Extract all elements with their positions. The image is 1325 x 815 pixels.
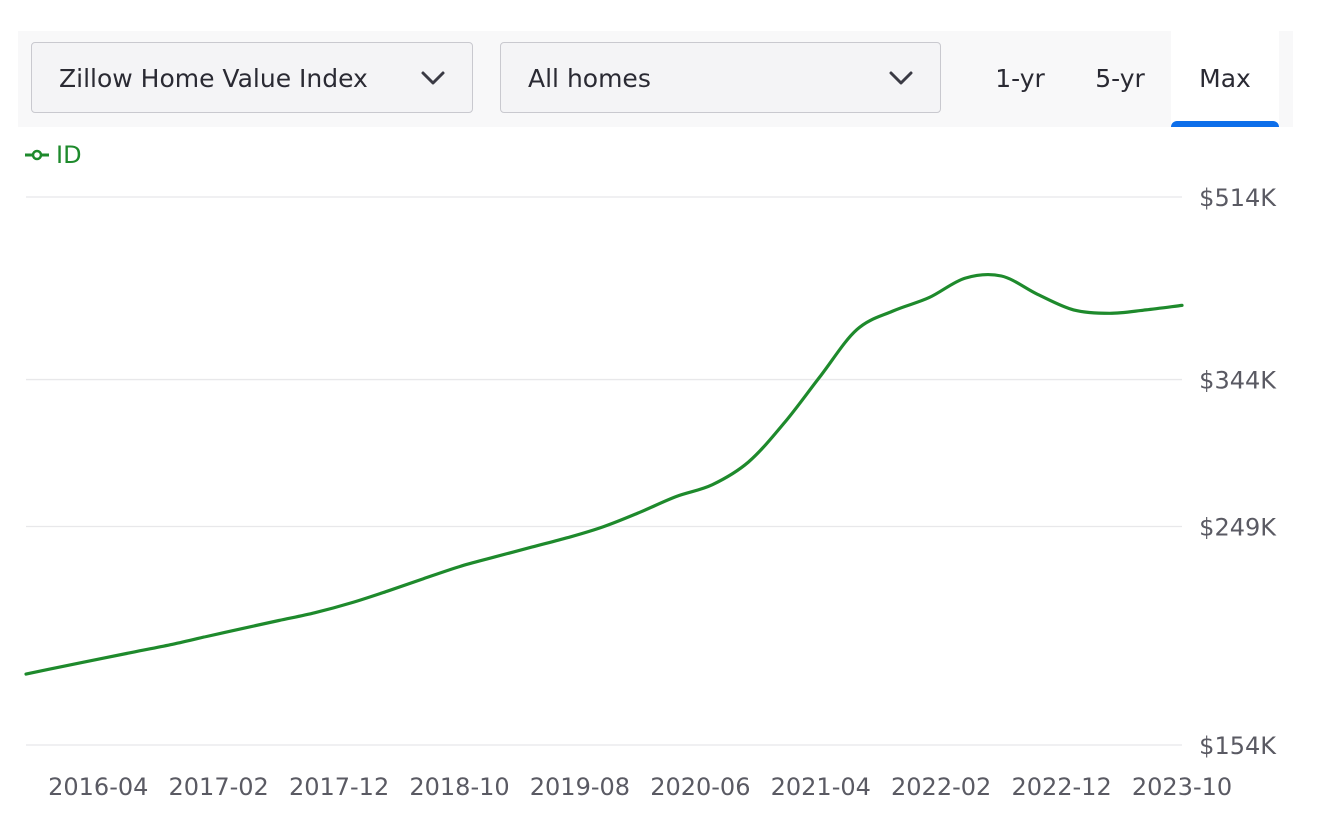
x-tick-label: 2017-12 (289, 773, 389, 801)
y-tick-label: $249K (1199, 514, 1277, 542)
x-tick-label: 2020-06 (650, 773, 750, 801)
x-tick-label: 2021-04 (771, 773, 871, 801)
y-tick-label: $514K (1199, 184, 1277, 212)
x-tick-label: 2016-04 (48, 773, 148, 801)
x-tick-label: 2022-12 (1011, 773, 1111, 801)
x-tick-label: 2022-02 (891, 773, 991, 801)
y-tick-label: $154K (1199, 732, 1277, 760)
x-tick-label: 2018-10 (409, 773, 509, 801)
line-chart: $154K $249K $344K $514K 2016-04 2017-02 2017-1… (24, 184, 1277, 801)
series-line-ID (24, 272, 1184, 676)
y-tick-label: $344K (1199, 367, 1277, 395)
x-tick-label: 2023-10 (1132, 773, 1232, 801)
x-tick-label: 2019-08 (530, 773, 630, 801)
x-tick-label: 2017-02 (169, 773, 269, 801)
